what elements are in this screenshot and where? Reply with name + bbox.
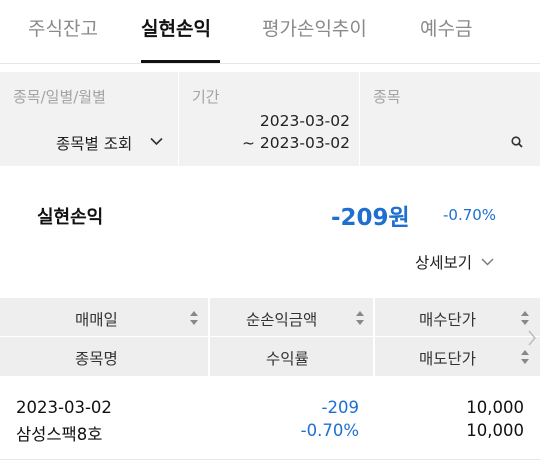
view-mode-select[interactable]: 종목별 조회 [50, 130, 170, 154]
sort-icon [190, 311, 198, 325]
tab-realized-profit[interactable]: 실현손익 [141, 14, 211, 41]
chevron-down-icon [150, 137, 163, 146]
chevron-right-icon[interactable] [527, 329, 537, 347]
header-label: 종목명 [75, 350, 118, 368]
tab-valuation-trend[interactable]: 평가손익추이 [262, 14, 367, 41]
summary-profit-percent: -0.70% [443, 206, 497, 224]
period-to: ~ 2023-03-02 [242, 134, 350, 152]
period-picker[interactable]: 2023-03-02 ~ 2023-03-02 [225, 110, 350, 156]
cell-sell-price: 10,000 [466, 421, 524, 440]
search-icon[interactable] [511, 136, 523, 148]
header-sell-price[interactable]: 매도단가 [375, 337, 540, 375]
cell-return-rate: -0.70% [300, 421, 359, 440]
sort-icon [521, 311, 529, 325]
summary-profit-value: -209원 [331, 205, 410, 231]
filter-divider [178, 72, 179, 166]
table-row[interactable]: 2023-03-02 삼성스팩8호 -209 -0.70% 10,000 10,… [0, 376, 540, 460]
tab-bar: 주식잔고 실현손익 평가손익추이 예수금 [0, 0, 540, 64]
header-return-rate[interactable]: 수익률 [210, 337, 373, 375]
sort-icon [356, 311, 364, 325]
header-trade-date[interactable]: 매매일 [0, 298, 208, 336]
header-stock-name[interactable]: 종목명 [0, 337, 208, 375]
active-tab-indicator [141, 60, 220, 63]
tab-stock-balance[interactable]: 주식잔고 [28, 14, 98, 41]
header-label: 매매일 [75, 311, 118, 329]
summary-label: 실현손익 [37, 207, 104, 228]
header-buy-price[interactable]: 매수단가 [375, 298, 540, 336]
cell-stock-name: 삼성스팩8호 [16, 425, 103, 444]
stock-label: 종목 [373, 88, 401, 106]
cell-buy-price: 10,000 [466, 398, 524, 417]
cell-net-profit: -209 [321, 398, 359, 417]
stock-search-input[interactable] [370, 126, 530, 156]
period-label: 기간 [192, 88, 220, 106]
filter-divider [359, 72, 360, 166]
header-label: 순손익금액 [246, 311, 318, 329]
header-label: 수익률 [266, 350, 309, 368]
view-mode-value: 종목별 조회 [56, 135, 133, 153]
period-from: 2023-03-02 [259, 112, 350, 130]
chevron-down-icon [481, 258, 494, 266]
header-label: 매도단가 [419, 350, 477, 368]
header-label: 매수단가 [419, 311, 477, 329]
sort-icon [521, 350, 529, 364]
detail-view-button[interactable]: 상세보기 [415, 251, 494, 273]
detail-view-label: 상세보기 [415, 254, 473, 272]
cell-trade-date: 2023-03-02 [16, 398, 112, 417]
view-mode-label: 종목/일별/월별 [13, 88, 106, 106]
table-header: 매매일 순손익금액 매수단가 종목명 수익률 매도단가 [0, 298, 540, 376]
header-net-profit[interactable]: 순손익금액 [210, 298, 373, 336]
tab-deposit[interactable]: 예수금 [420, 14, 472, 41]
filter-panel: 종목/일별/월별 종목별 조회 기간 2023-03-02 ~ 2023-03-… [0, 72, 540, 166]
